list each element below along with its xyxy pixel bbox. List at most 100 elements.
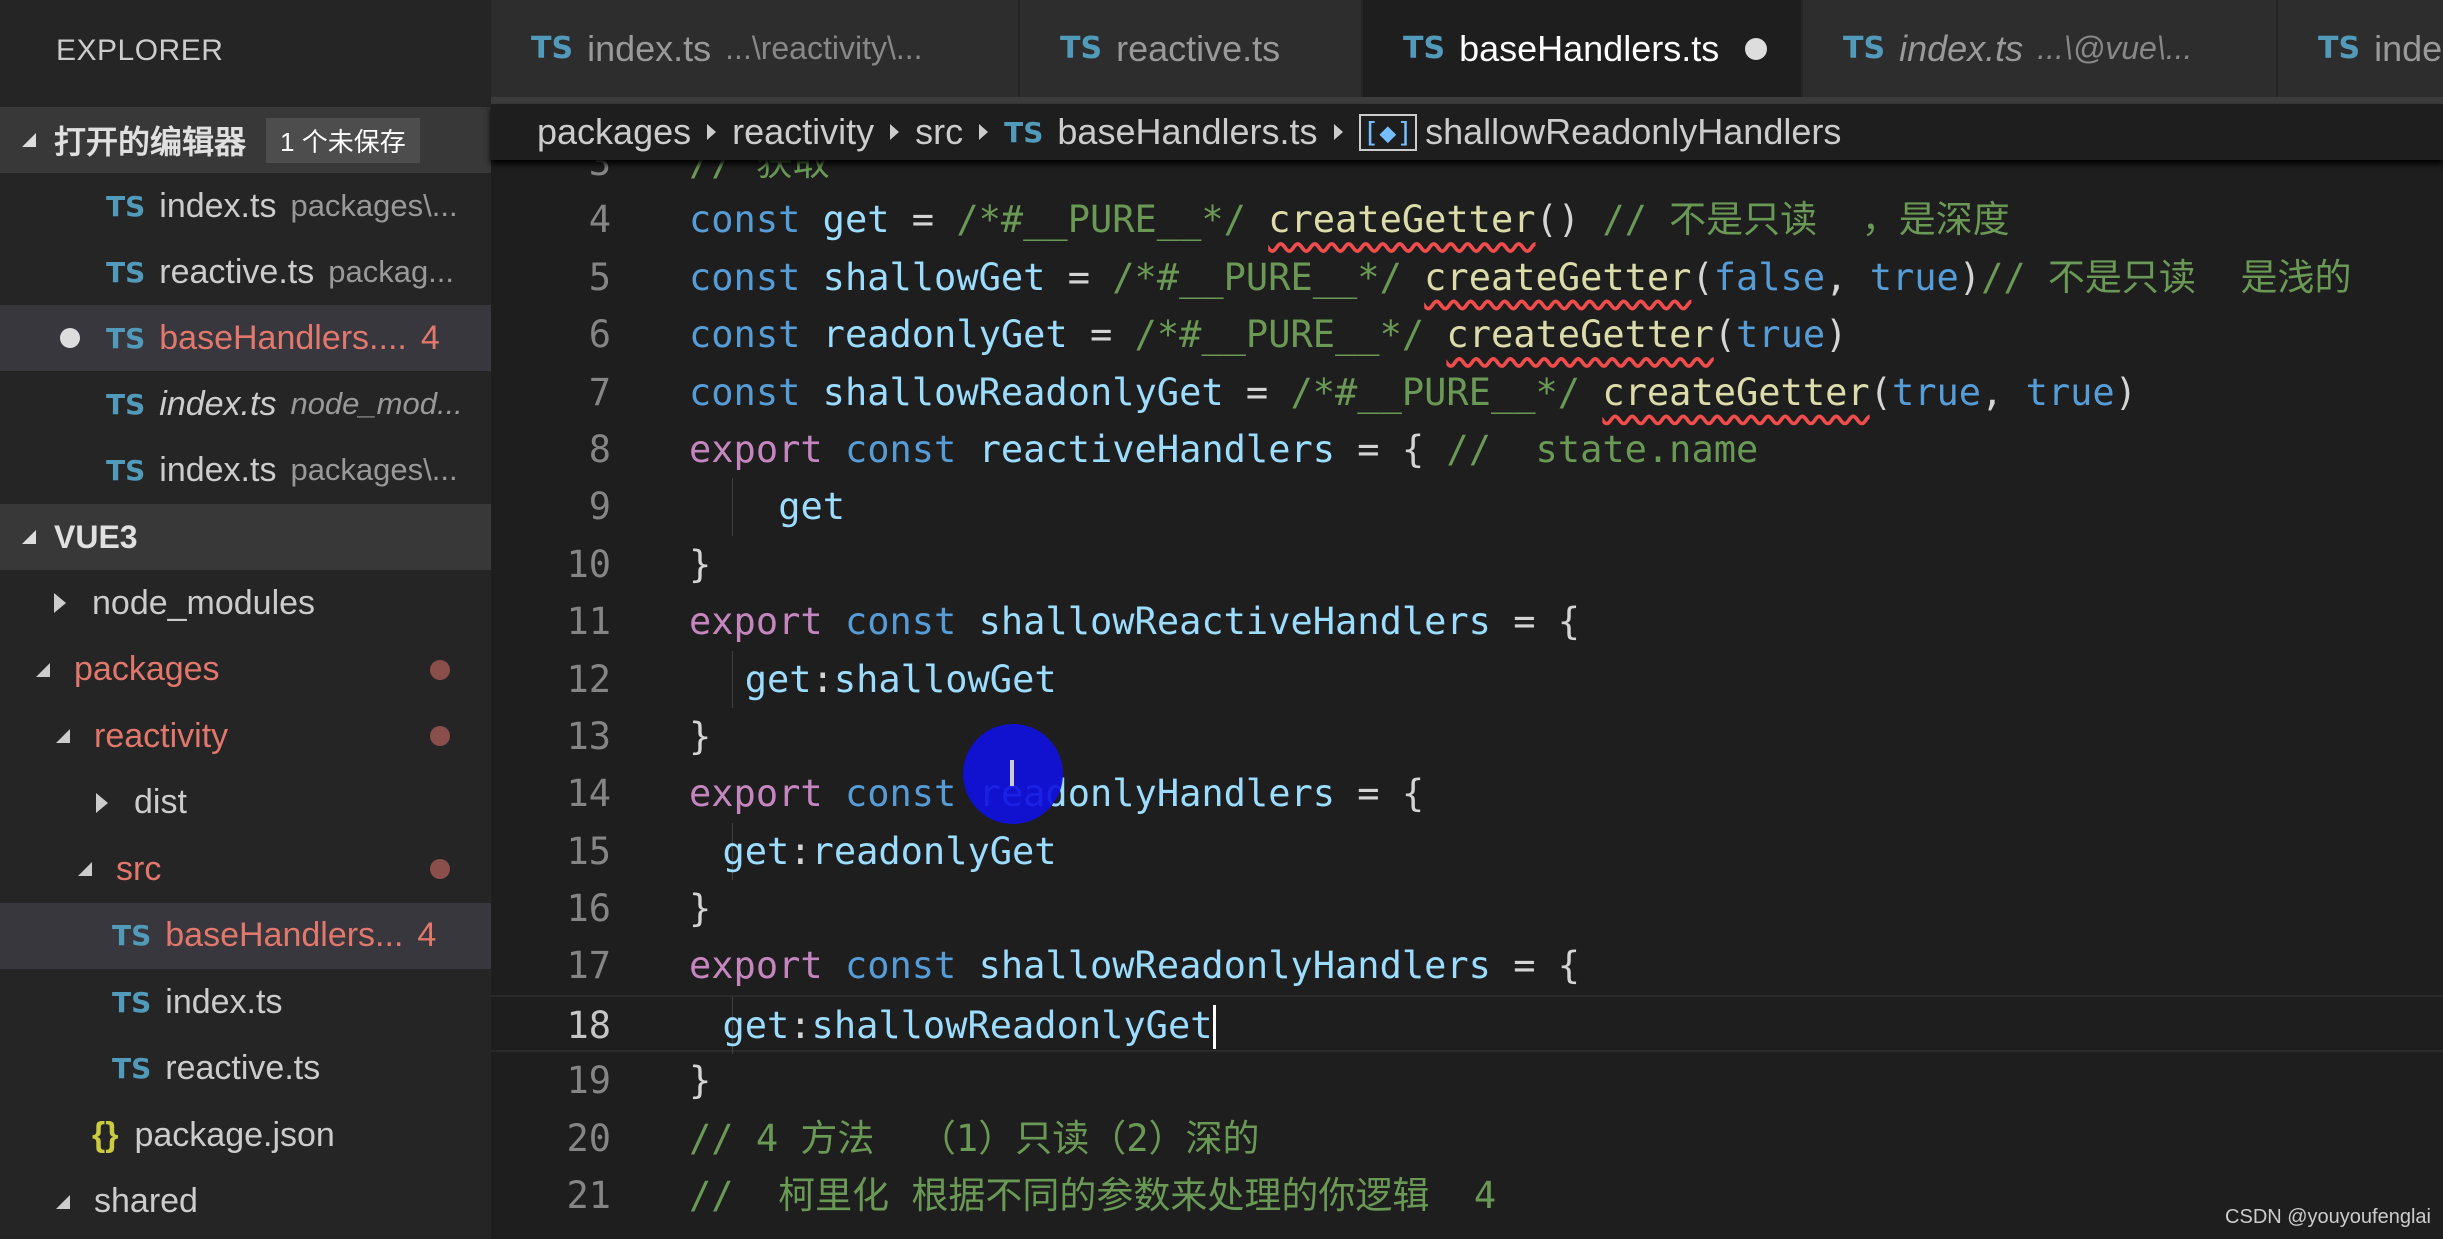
unsaved-dot-icon[interactable] xyxy=(60,328,80,348)
tree-item-basehandlers---[interactable]: TS baseHandlers... 4 xyxy=(0,902,491,969)
breadcrumb-item[interactable]: src xyxy=(915,111,963,153)
code-token: readonlyGet xyxy=(822,313,1068,357)
tab-path: ...\@vue\... xyxy=(2037,30,2193,66)
code-token: const xyxy=(689,313,801,357)
code-text: get:shallowGet xyxy=(745,651,1057,708)
unsaved-dot-icon[interactable] xyxy=(1745,37,1768,60)
typescript-file-icon: TS xyxy=(106,387,146,421)
breadcrumb-item[interactable]: baseHandlers.ts xyxy=(1057,111,1317,153)
chevron-right-icon[interactable] xyxy=(54,593,66,613)
line-number: 12 xyxy=(566,657,611,701)
code-token: const xyxy=(844,944,957,988)
code-token: get xyxy=(722,829,790,873)
code-line[interactable]: 5 const shallowGet = /*#__PURE__*/ create… xyxy=(491,249,2443,306)
chevron-down-icon[interactable] xyxy=(78,862,92,876)
tab-bar-divider xyxy=(491,97,2443,104)
tree-item-reactivity[interactable]: reactivity xyxy=(0,703,491,769)
tree-item-src[interactable]: src xyxy=(0,836,491,902)
code-line[interactable]: 10} xyxy=(491,536,2443,593)
chevron-down-icon[interactable] xyxy=(36,662,50,677)
code-token: = { xyxy=(1490,600,1581,644)
code-text: } xyxy=(689,708,711,765)
item-label: index.ts xyxy=(165,982,283,1021)
code-line[interactable]: 11 export const shallowReactiveHandlers =… xyxy=(491,593,2443,650)
typescript-file-icon: TS xyxy=(112,919,152,952)
breadcrumb-item[interactable]: packages xyxy=(537,111,691,153)
line-number: 15 xyxy=(566,829,611,873)
open-editor-item[interactable]: TS baseHandlers.... 4 xyxy=(0,305,491,371)
code-token: = xyxy=(1045,255,1113,299)
breadcrumb-item[interactable]: reactivity xyxy=(732,111,874,153)
text-caret xyxy=(1212,1005,1216,1050)
code-line[interactable]: 19} xyxy=(491,1052,2443,1109)
tree-item-packages[interactable]: packages xyxy=(0,637,491,703)
code-line[interactable]: 6 const readonlyGet = /*#__PURE__*/ creat… xyxy=(491,306,2443,363)
code-token: = { xyxy=(1335,427,1447,471)
breadcrumb-item[interactable]: shallowReadonlyHandlers xyxy=(1425,111,1841,153)
chevron-right-icon[interactable] xyxy=(96,792,108,813)
file-name: baseHandlers.... xyxy=(159,318,407,357)
item-label: dist xyxy=(134,783,187,821)
code-token: // 4 方法 （1）只读（2）深的 xyxy=(689,1116,1260,1160)
tree-item-node-modules[interactable]: node_modules xyxy=(0,570,491,636)
tab-inde[interactable]: TS inde xyxy=(2278,0,2443,97)
open-editor-item[interactable]: TS index.ts packages\... xyxy=(0,437,491,503)
code-token: } xyxy=(689,714,712,758)
open-editors-header[interactable]: 打开的编辑器 1 个未保存 xyxy=(0,107,491,173)
code-token: false xyxy=(1713,255,1826,299)
code-line[interactable]: 12 get:shallowGet xyxy=(491,650,2443,708)
tree-item-reactive-ts[interactable]: TS reactive.ts xyxy=(0,1036,491,1102)
code-text: } xyxy=(689,536,711,593)
code-line[interactable]: 14 export const readonlyHandlers = { xyxy=(491,765,2443,822)
code-line[interactable]: 17 export const shallowReadonlyHandlers =… xyxy=(491,937,2443,994)
item-label: baseHandlers... xyxy=(165,916,404,954)
chevron-down-icon[interactable] xyxy=(56,1194,70,1209)
code-line[interactable]: 8 export const reactiveHandlers = { // st… xyxy=(491,421,2443,478)
code-token: export xyxy=(689,944,823,988)
code-token: } xyxy=(689,542,712,586)
tree-item-shared[interactable]: shared xyxy=(0,1169,491,1235)
open-editor-item[interactable]: TS reactive.ts packag... xyxy=(0,239,491,305)
code-token: , xyxy=(1825,255,1870,299)
item-label: packages xyxy=(74,650,220,688)
line-number: 18 xyxy=(566,1003,611,1047)
tab-index-ts[interactable]: TS index.ts ...\reactivity\... xyxy=(491,0,1020,97)
typescript-file-icon: TS xyxy=(531,31,574,66)
code-line[interactable]: 20 // 4 方法 （1）只读（2）深的 xyxy=(491,1110,2443,1167)
tab-index-ts[interactable]: TS index.ts ...\@vue\... xyxy=(1803,0,2278,97)
code-token: /*#__PURE__*/ xyxy=(1134,313,1425,357)
code-line[interactable]: 13} xyxy=(491,708,2443,765)
code-line[interactable]: 7 const shallowReadonlyGet = /*#__PURE__*… xyxy=(491,364,2443,421)
code-token: const xyxy=(844,427,957,471)
workspace-header[interactable]: VUE3 xyxy=(0,504,491,570)
tree-item-index-ts[interactable]: TS index.ts xyxy=(0,969,491,1035)
code-line[interactable]: 18 get:shallowReadonlyGet xyxy=(491,994,2443,1055)
tree-item-package-json[interactable]: {} package.json xyxy=(0,1102,491,1168)
chevron-right-icon xyxy=(707,124,717,140)
code-token: const xyxy=(844,772,957,816)
code-token: reactiveHandlers xyxy=(978,427,1336,471)
typescript-file-icon: TS xyxy=(1403,31,1446,66)
tab-label: index.ts xyxy=(1899,27,2024,69)
workspace-label: VUE3 xyxy=(54,518,138,555)
code-line[interactable]: 21 // 柯里化 根据不同的参数来处理的你逻辑 4 xyxy=(491,1167,2443,1224)
tab-reactive-ts[interactable]: TS reactive.ts xyxy=(1020,0,1363,97)
chevron-down-icon[interactable] xyxy=(56,729,70,743)
code-line[interactable]: 15 get:readonlyGet xyxy=(491,822,2443,881)
code-token: // 不是只读 是浅的 xyxy=(1981,255,2352,299)
code-token: : xyxy=(789,829,812,873)
code-token: shallowReadonlyGet xyxy=(811,1003,1213,1047)
code-line[interactable]: 4 const get = /*#__PURE__*/ createGetter(… xyxy=(491,191,2443,248)
code-token: = xyxy=(1067,313,1135,357)
code-token: const xyxy=(844,600,957,644)
code-line[interactable]: 9 get xyxy=(491,478,2443,536)
tab-basehandlers-ts[interactable]: TS baseHandlers.ts xyxy=(1363,0,1803,97)
line-number: 16 xyxy=(566,887,611,931)
open-editor-item[interactable]: TS index.ts packages\... xyxy=(0,173,491,239)
tree-item-dist[interactable]: dist xyxy=(0,770,491,836)
typescript-file-icon: TS xyxy=(2318,31,2361,66)
code-line[interactable]: 16} xyxy=(491,880,2443,937)
open-editor-item[interactable]: TS index.ts node_mod... xyxy=(0,371,491,437)
code-editor[interactable]: 3// 获取 4 const get = /*#__PURE__*/ createG… xyxy=(491,134,2443,1239)
